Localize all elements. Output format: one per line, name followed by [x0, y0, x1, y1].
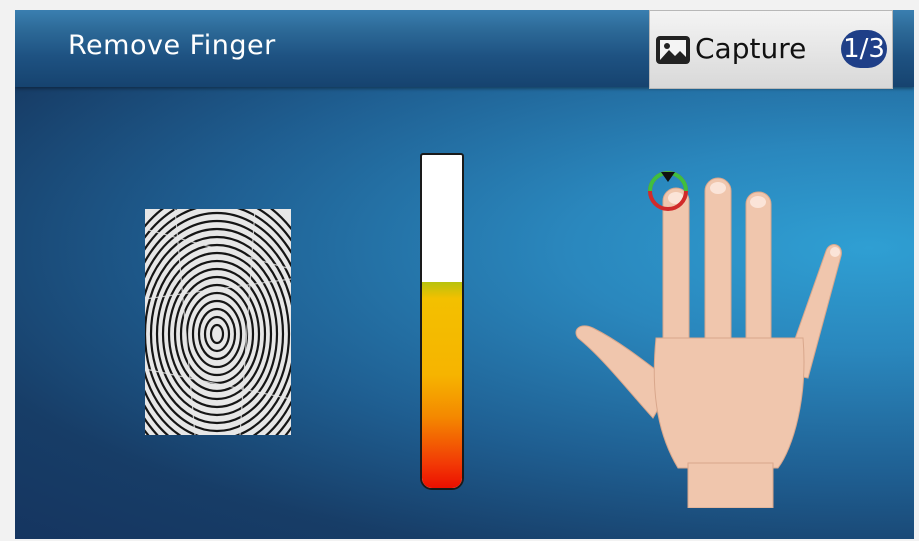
capture-button[interactable]: Capture 1/3: [649, 10, 893, 89]
quality-level-fill: [422, 281, 462, 488]
quality-level-meter: [420, 153, 464, 490]
image-icon: [656, 36, 690, 64]
capture-counter-badge: 1/3: [841, 30, 887, 68]
capture-screen: Remove Finger Capture 1/3: [15, 10, 914, 539]
capture-label: Capture: [695, 32, 807, 65]
hand-illustration: [575, 177, 842, 508]
page-title: Remove Finger: [68, 30, 276, 61]
header-bar: Remove Finger Capture 1/3: [15, 10, 914, 89]
finger-target-icon: [648, 171, 688, 211]
fingerprint-image: [145, 209, 291, 435]
